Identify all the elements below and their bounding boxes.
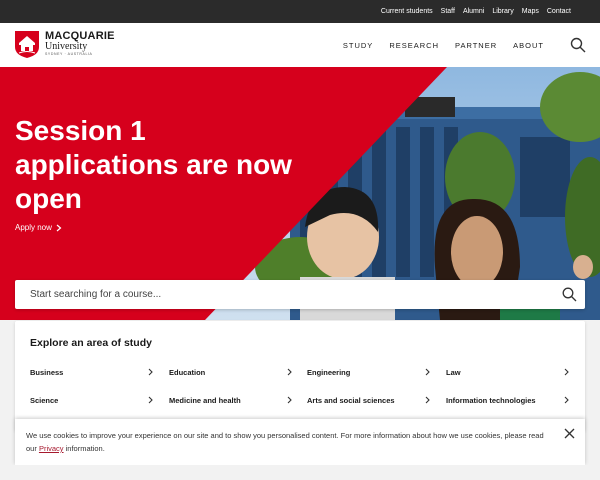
- area-information-technologies[interactable]: Information technologies: [446, 393, 569, 407]
- area-label: Law: [446, 367, 461, 377]
- area-label: Engineering: [307, 367, 351, 377]
- area-business[interactable]: Business: [30, 365, 153, 379]
- course-search-input[interactable]: [30, 286, 550, 303]
- chevron-right-icon: [287, 396, 292, 404]
- area-label: Science: [30, 395, 59, 405]
- course-search: [15, 280, 585, 309]
- area-medicine-health[interactable]: Medicine and health: [169, 393, 292, 407]
- chevron-right-icon: [425, 396, 430, 404]
- area-arts-social-sciences[interactable]: Arts and social sciences: [307, 393, 430, 407]
- topbar-link-maps[interactable]: Maps: [522, 8, 539, 15]
- area-law[interactable]: Law: [446, 365, 569, 379]
- cookie-message: We use cookies to improve your experienc…: [26, 429, 556, 455]
- topbar-link-library[interactable]: Library: [492, 8, 513, 15]
- search-icon[interactable]: [570, 37, 586, 53]
- area-education[interactable]: Education: [169, 365, 292, 379]
- apply-now-label: Apply now: [15, 223, 52, 232]
- hero-headline: Session 1 applications are now open: [15, 115, 292, 214]
- topbar-link-contact[interactable]: Contact: [547, 8, 571, 15]
- university-logo[interactable]: MACQUARIE University SYDNEY · AUSTRALIA: [15, 31, 115, 58]
- site-header: MACQUARIE University SYDNEY · AUSTRALIA …: [0, 23, 600, 67]
- cookie-banner: We use cookies to improve your experienc…: [15, 419, 585, 465]
- area-engineering[interactable]: Engineering: [307, 365, 430, 379]
- logo-location: SYDNEY · AUSTRALIA: [45, 52, 93, 56]
- explore-title: Explore an area of study: [30, 337, 152, 349]
- topbar-link-alumni[interactable]: Alumni: [463, 8, 484, 15]
- cookie-text-end: information.: [63, 444, 105, 453]
- topbar-link-current-students[interactable]: Current students: [381, 8, 433, 15]
- main-nav: STUDY RESEARCH PARTNER ABOUT: [327, 41, 544, 50]
- nav-study[interactable]: STUDY: [343, 41, 373, 50]
- nav-partner[interactable]: PARTNER: [455, 41, 497, 50]
- nav-research[interactable]: RESEARCH: [389, 41, 439, 50]
- area-label: Information technologies: [446, 395, 536, 405]
- page-footer-strip: [0, 465, 600, 480]
- logo-sub: University: [45, 41, 88, 52]
- nav-about[interactable]: ABOUT: [513, 41, 544, 50]
- chevron-right-icon: [564, 396, 569, 404]
- privacy-link[interactable]: Privacy: [39, 444, 64, 453]
- chevron-right-icon: [56, 224, 62, 231]
- apply-now-link[interactable]: Apply now: [15, 223, 62, 232]
- search-icon[interactable]: [562, 287, 577, 302]
- chevron-right-icon: [564, 368, 569, 376]
- chevron-right-icon: [148, 368, 153, 376]
- chevron-right-icon: [148, 396, 153, 404]
- chevron-right-icon: [287, 368, 292, 376]
- area-label: Business: [30, 367, 64, 377]
- topbar-link-staff[interactable]: Staff: [441, 8, 455, 15]
- area-label: Medicine and health: [169, 395, 241, 405]
- crest-icon: [15, 31, 39, 58]
- area-label: Arts and social sciences: [307, 395, 395, 405]
- area-label: Education: [169, 367, 206, 377]
- chevron-right-icon: [425, 368, 430, 376]
- area-science[interactable]: Science: [30, 393, 153, 407]
- utility-bar: Current students Staff Alumni Library Ma…: [0, 0, 600, 23]
- explore-study-areas: Explore an area of study Business Educat…: [15, 321, 585, 431]
- close-icon[interactable]: [564, 428, 575, 439]
